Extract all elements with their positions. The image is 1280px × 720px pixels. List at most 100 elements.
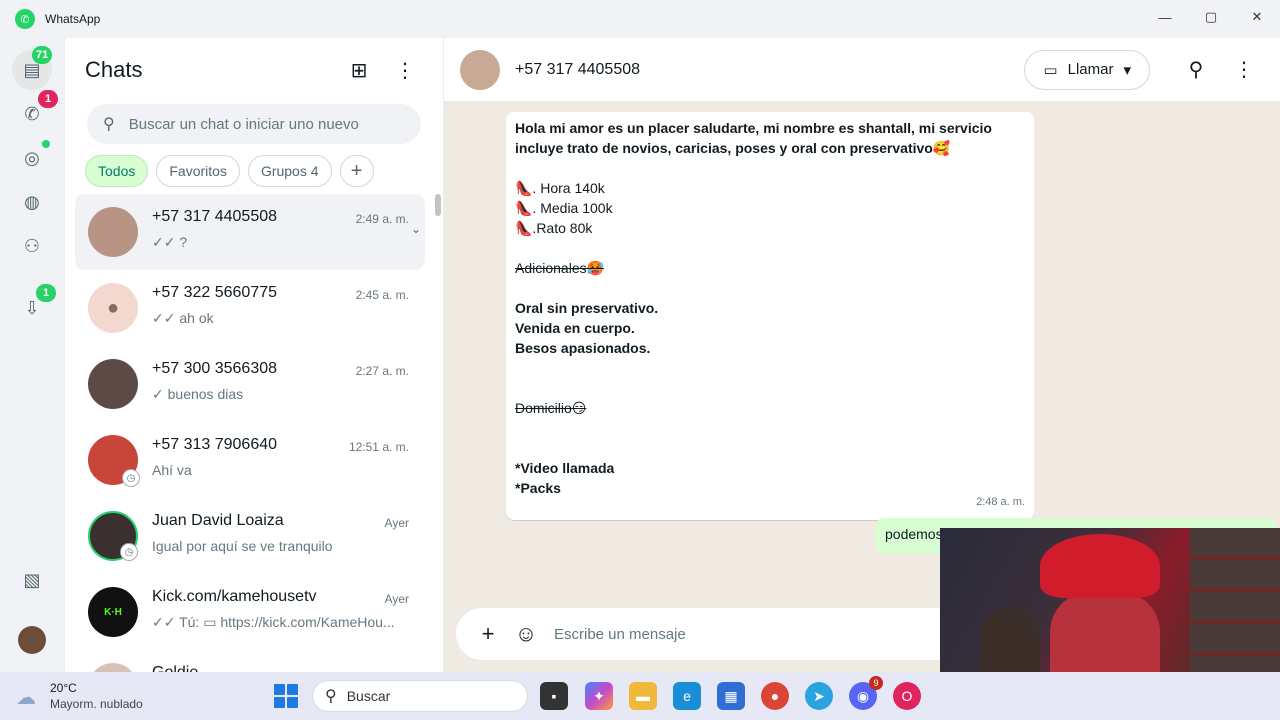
message-line	[515, 438, 1025, 458]
filter-groups[interactable]: Grupos 4	[247, 155, 332, 187]
archived-badge: 1	[36, 284, 56, 302]
message-line: Oral sin preservativo.	[515, 300, 659, 316]
copilot-icon[interactable]: ✦	[585, 682, 613, 710]
filter-favorites[interactable]: Favoritos	[156, 155, 240, 187]
chat-list-panel: Chats ⊞ ⋮ ⚲ Todos Favoritos Grupos 4 + +…	[64, 38, 444, 672]
chat-time: 12:51 a. m.	[348, 440, 409, 454]
channels-icon: ◍	[24, 191, 40, 212]
status-icon: ◎	[24, 147, 40, 168]
menu-button[interactable]: ⋮	[387, 52, 423, 88]
message-line	[515, 278, 1025, 298]
archive-icon: ⇩	[24, 297, 40, 318]
navigation-rail: ▤ 71 ✆ 1 ◎ ◍ ⚇ ⇩ 1 ▧	[0, 38, 64, 672]
conversation-header: +57 317 4405508 ▭ Llamar ▾ ⚲ ⋮	[444, 38, 1280, 102]
chat-name: Kick.com/kamehousetv	[152, 588, 317, 605]
windows-logo-icon	[274, 684, 285, 695]
message-line: Hola mi amor es un placer saludarte, mi …	[515, 120, 992, 156]
windows-logo-icon	[274, 697, 285, 708]
chat-last-message: Ahí va	[152, 462, 192, 478]
status-clock-icon: ◷	[120, 543, 138, 561]
chat-item[interactable]: ◷ Juan David Loaiza Ayer Igual por aquí …	[75, 498, 425, 574]
communities-nav-button[interactable]: ⚇	[12, 226, 52, 266]
chat-last-message: ✓✓ Tú: ▭ https://kick.com/KameHou...	[152, 614, 395, 630]
add-filter-button[interactable]: +	[339, 155, 374, 187]
chat-search: ⚲	[87, 104, 421, 144]
message-line: 👠. Hora 140k	[515, 180, 605, 196]
contact-avatar[interactable]	[460, 49, 500, 90]
chat-time: 2:49 a. m.	[355, 212, 409, 226]
chat-item[interactable]: +57 317 4405508 2:49 a. m. ✓✓ ? ⌄	[75, 194, 425, 270]
chat-name: Goldie	[152, 664, 411, 672]
chat-item[interactable]: Goldie	[75, 650, 425, 672]
chevron-down-icon[interactable]: ⌄	[411, 222, 421, 236]
video-camera-icon: ▭	[1043, 61, 1058, 79]
message-line: 👠. Media 100k	[515, 200, 613, 216]
chat-item[interactable]: K·H Kick.com/kamehousetv Ayer ✓✓ Tú: ▭ h…	[75, 574, 425, 650]
chat-last-message: Igual por aquí se ve tranquilo	[152, 538, 333, 554]
profile-button[interactable]	[12, 620, 52, 660]
status-clock-icon: ◷	[122, 469, 140, 487]
chat-last-message: ✓ buenos dias	[152, 386, 244, 402]
media-nav-button[interactable]: ▧	[12, 560, 52, 600]
task-view-icon[interactable]: ▪	[540, 682, 568, 710]
search-input[interactable]	[128, 115, 405, 133]
sticker-button[interactable]: ☺	[510, 618, 542, 650]
chat-name: Juan David Loaiza	[152, 512, 284, 529]
message-line: Adicionales🥵	[515, 260, 605, 276]
file-explorer-icon[interactable]: ▬	[629, 682, 657, 710]
status-dot	[42, 140, 50, 148]
taskbar-search[interactable]: ⚲ Buscar	[312, 680, 528, 712]
message-line: *Video llamada	[515, 460, 615, 476]
filter-chips: Todos Favoritos Grupos 4 +	[65, 144, 443, 187]
channels-nav-button[interactable]: ◍	[12, 182, 52, 222]
opera-icon[interactable]: O	[893, 682, 921, 710]
plus-icon: +	[481, 621, 495, 646]
chrome-icon[interactable]: ●	[761, 682, 789, 710]
chat-list-scrollbar[interactable]	[435, 194, 441, 216]
communities-icon: ⚇	[23, 235, 41, 256]
weather-desc: Mayorm. nublado	[50, 697, 143, 711]
sticker-icon: ☺	[514, 621, 538, 646]
search-conversation-button[interactable]: ⚲	[1176, 50, 1216, 90]
whatsapp-logo-icon: ✆	[15, 9, 35, 29]
chat-item[interactable]: +57 300 3566308 2:27 a. m. ✓ buenos dias	[75, 346, 425, 422]
profile-avatar	[18, 626, 46, 654]
contact-name[interactable]: +57 317 4405508	[515, 61, 1024, 79]
call-label: Llamar	[1067, 61, 1114, 78]
message-line	[515, 418, 1025, 438]
discord-badge: 9	[869, 676, 883, 690]
message-line: Domicilio😏	[515, 400, 587, 416]
chat-item[interactable]: ◷ +57 313 7906640 12:51 a. m. Ahí va	[75, 422, 425, 498]
call-button[interactable]: ▭ Llamar ▾	[1024, 49, 1150, 90]
taskbar-search-label: Buscar	[346, 688, 391, 704]
chat-time: Ayer	[384, 592, 409, 606]
close-button[interactable]: ✕	[1234, 0, 1280, 34]
title-bar: ✆ WhatsApp — ▢ ✕	[0, 0, 1280, 38]
start-button[interactable]	[274, 684, 298, 708]
filter-all[interactable]: Todos	[85, 155, 149, 187]
message-line: Venida en cuerpo.	[515, 320, 635, 336]
default-avatar-icon: ●	[88, 283, 138, 333]
calls-badge: 1	[38, 90, 58, 108]
maximize-button[interactable]: ▢	[1188, 0, 1234, 34]
minimize-button[interactable]: —	[1142, 0, 1188, 34]
webcam-hat	[1040, 534, 1160, 598]
store-icon[interactable]: ▦	[717, 682, 745, 710]
chat-item[interactable]: ● +57 322 5660775 2:45 a. m. ✓✓ ah ok	[75, 270, 425, 346]
discord-icon[interactable]: ◉ 9	[849, 676, 883, 710]
more-vertical-icon: ⋮	[1234, 59, 1254, 81]
new-chat-button[interactable]: ⊞	[341, 52, 377, 88]
message-line	[515, 238, 1025, 258]
incoming-message[interactable]: Hola mi amor es un placer saludarte, mi …	[506, 112, 1034, 520]
edge-icon[interactable]: e	[673, 682, 701, 710]
message-time: 2:48 a. m.	[976, 496, 1025, 508]
search-icon: ⚲	[325, 688, 337, 705]
telegram-icon[interactable]: ➤	[805, 682, 833, 710]
attach-button[interactable]: +	[472, 618, 504, 650]
search-icon: ⚲	[1188, 59, 1204, 81]
message-input[interactable]	[554, 625, 914, 643]
chats-unread-badge: 71	[32, 46, 53, 64]
avatar: ◷	[88, 435, 140, 487]
conversation-menu-button[interactable]: ⋮	[1224, 50, 1264, 90]
weather-widget[interactable]: ☁ 20°C Mayorm. nublado	[16, 680, 143, 712]
